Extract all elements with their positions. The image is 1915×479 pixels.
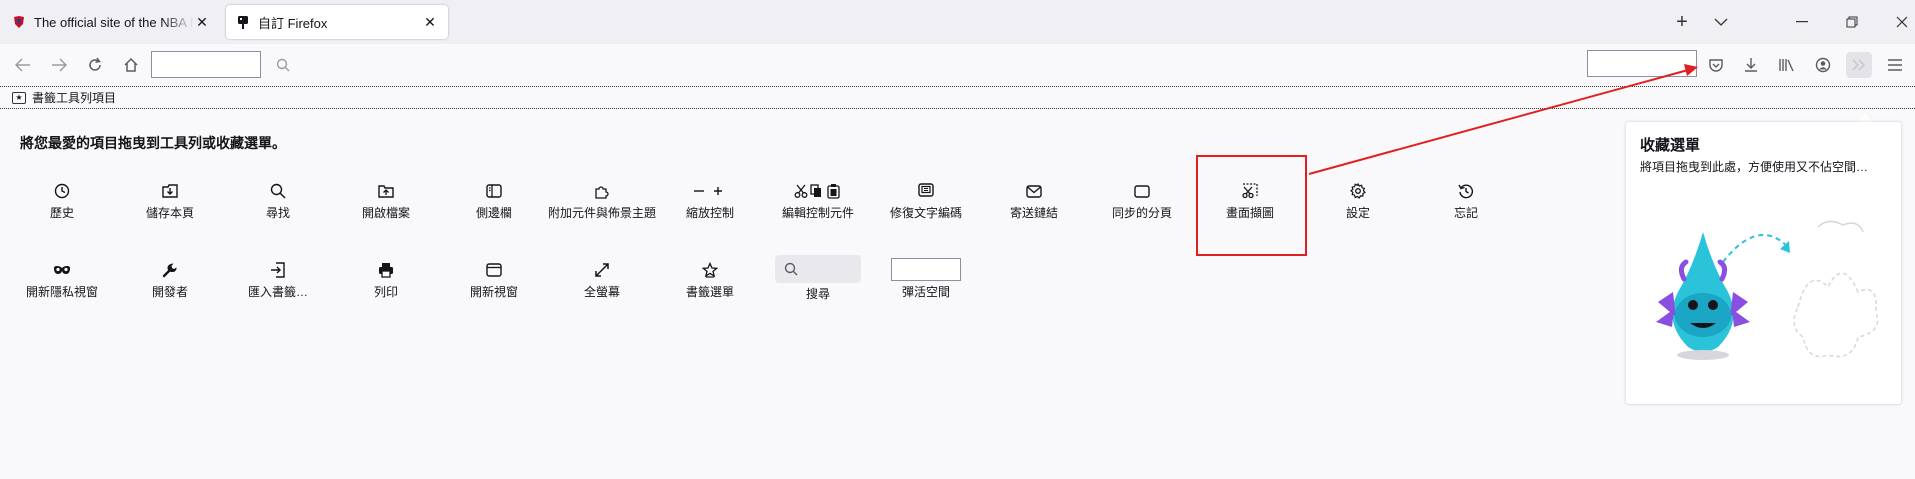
overflow-panel[interactable]: 收藏選單 將項目拖曳到此處，方便使用又不佔空間… (1626, 122, 1901, 404)
overflow-panel-description: 將項目拖曳到此處，方便使用又不佔空間… (1640, 160, 1869, 174)
dragon-illustration (1656, 220, 1879, 360)
overflow-panel-title: 收藏選單 (1640, 137, 1701, 154)
